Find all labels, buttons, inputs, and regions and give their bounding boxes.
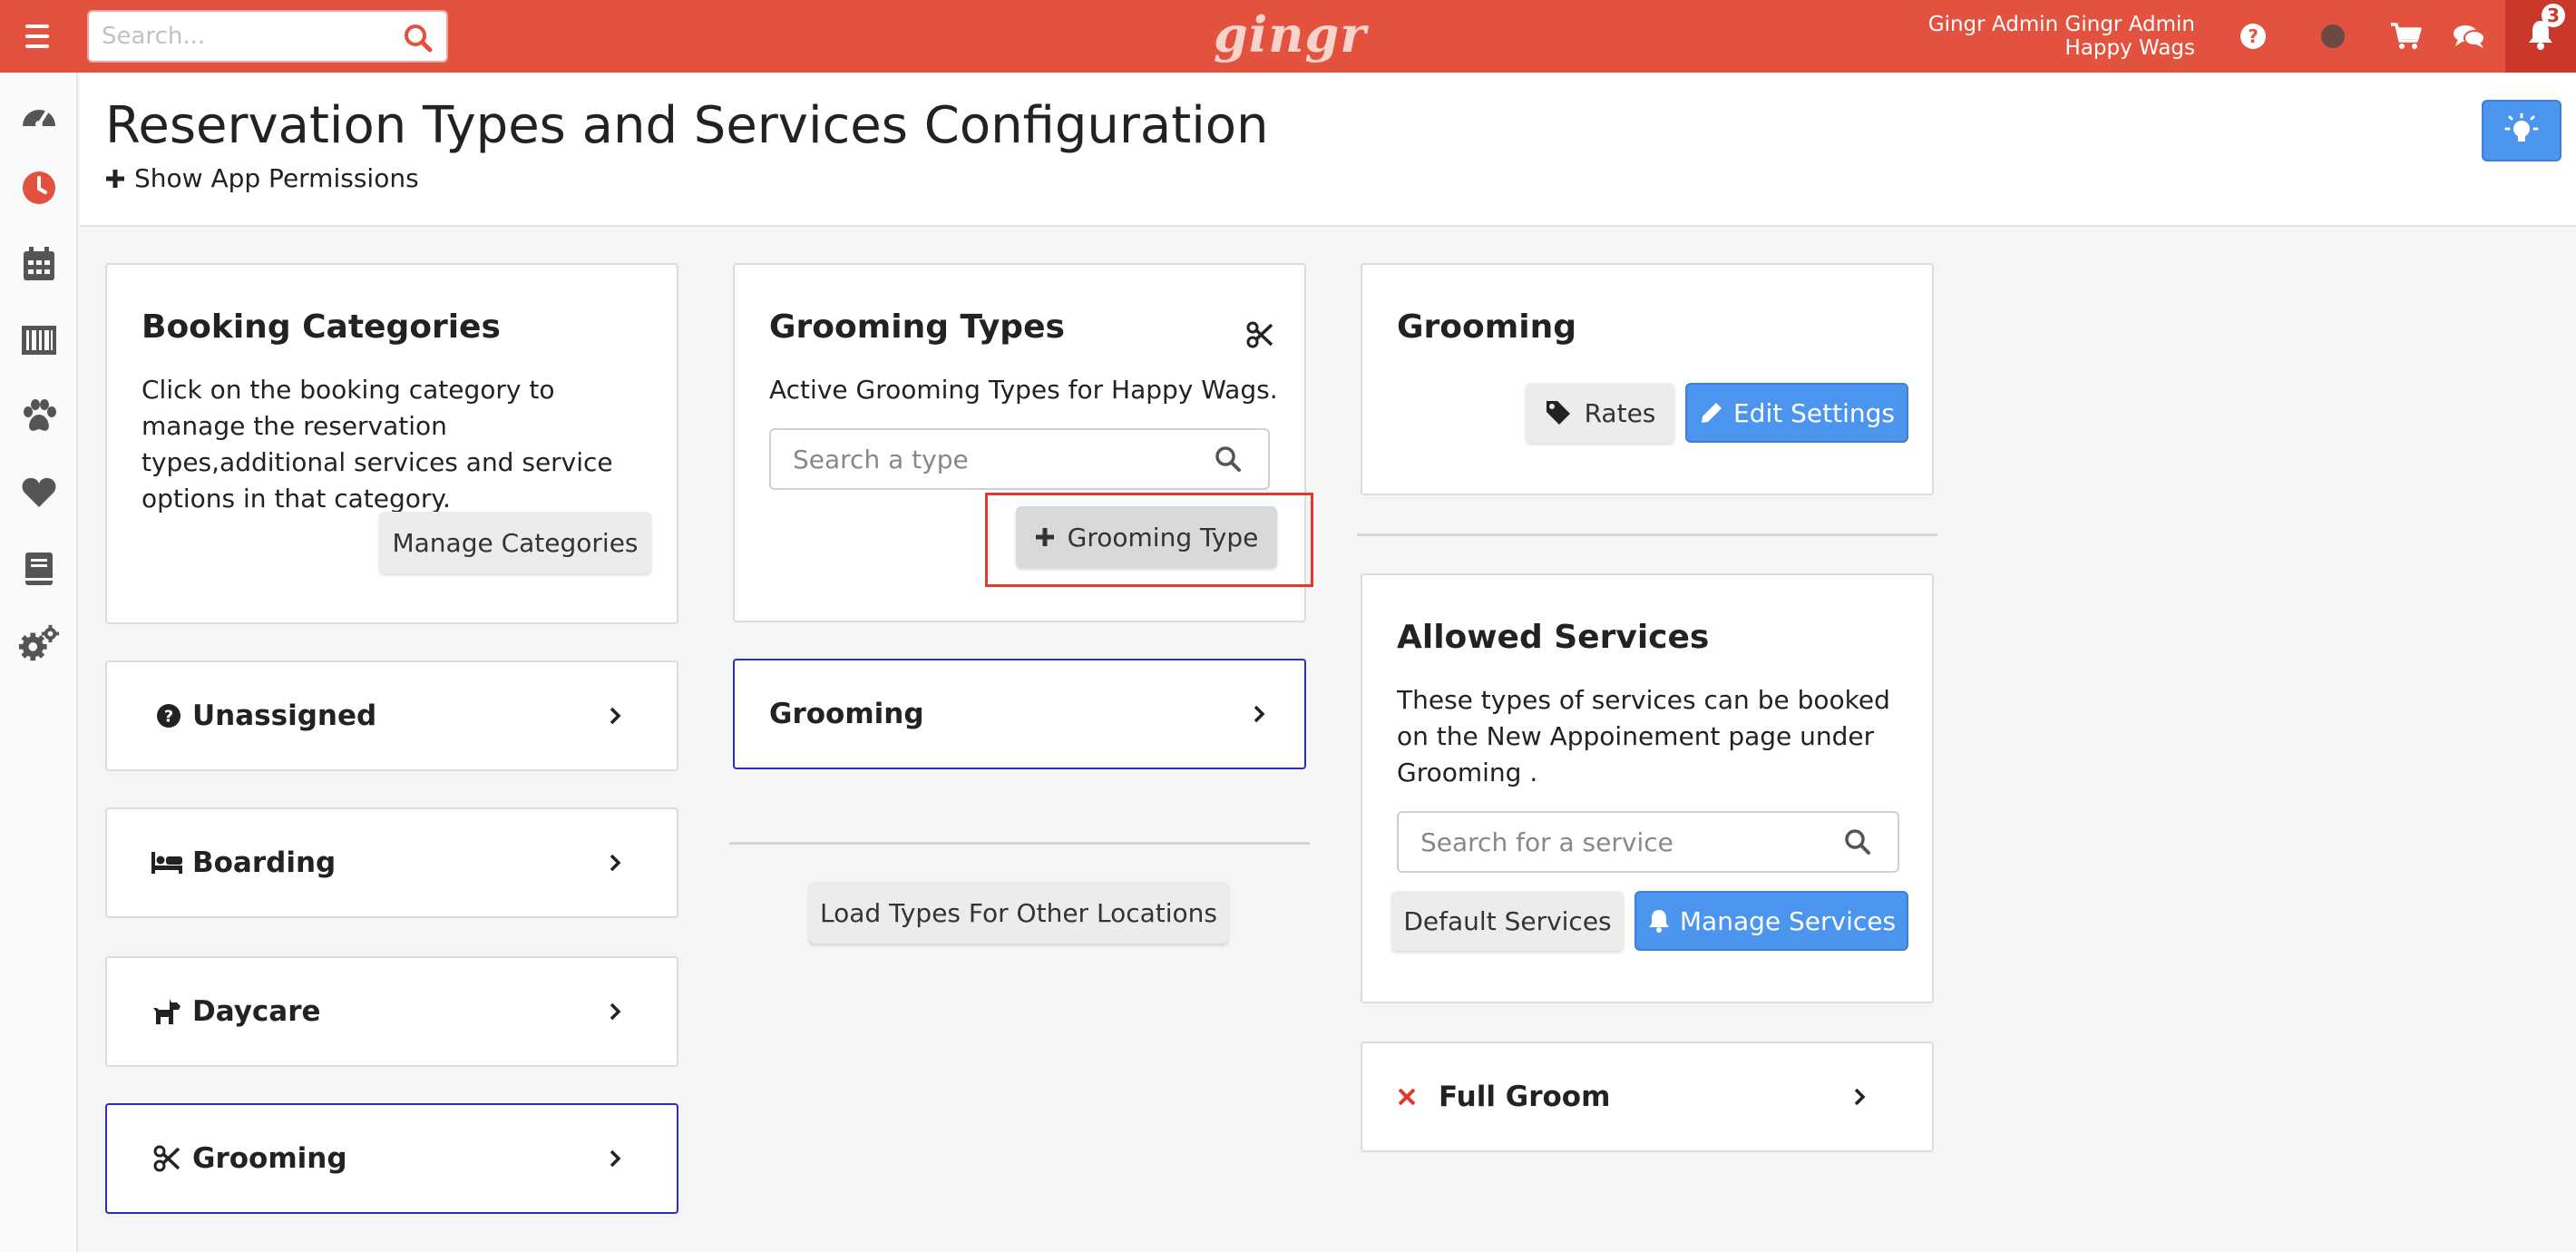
service-search [1397, 811, 1899, 873]
menu-toggle-button[interactable] [13, 12, 62, 61]
chevron-right-icon [610, 1149, 621, 1168]
search-icon[interactable] [1843, 827, 1872, 856]
manage-categories-button[interactable]: Manage Categories [379, 512, 651, 573]
paw-icon[interactable] [18, 396, 60, 437]
category-label: Grooming [192, 1142, 347, 1175]
manage-services-label: Manage Services [1679, 905, 1897, 936]
highlight-box [985, 493, 1313, 587]
rates-label: Rates [1584, 397, 1656, 428]
hamburger-line [25, 44, 49, 48]
svg-text:?: ? [2248, 25, 2259, 47]
chevron-right-icon [1854, 1088, 1866, 1106]
service-search-input[interactable] [1420, 813, 1820, 871]
divider [1357, 533, 1937, 536]
divider [729, 842, 1310, 845]
pencil-icon [1702, 403, 1722, 423]
search-icon[interactable] [1214, 445, 1243, 474]
sidebar [0, 73, 78, 1252]
bell-icon [1648, 910, 1669, 933]
scissors-icon [1246, 321, 1273, 348]
tips-button[interactable] [2482, 100, 2561, 161]
page-header: Reservation Types and Services Configura… [80, 73, 2576, 227]
show-permissions-link[interactable]: Show App Permissions [105, 163, 419, 193]
user-info[interactable]: Gingr Admin Gingr Admin Happy Wags [1928, 13, 2195, 60]
grooming-types-subtitle: Active Grooming Types for Happy Wags. [769, 375, 1278, 405]
load-types-button[interactable]: Load Types For Other Locations [809, 882, 1228, 944]
tag-icon [1546, 401, 1570, 425]
type-search-input[interactable] [793, 430, 1191, 488]
category-item-boarding[interactable]: Boarding [105, 807, 678, 918]
dog-icon [151, 995, 183, 1028]
chevron-right-icon [1254, 705, 1265, 723]
top-bar: gingr Gingr Admin Gingr Admin Happy Wags… [0, 0, 2576, 73]
x-mark-icon [1398, 1088, 1416, 1106]
settings-gears-icon[interactable] [18, 622, 60, 664]
notification-badge: 3 [2542, 4, 2565, 27]
grooming-type-label: Grooming [769, 698, 924, 730]
allowed-services-description: These types of services can be booked on… [1397, 685, 1890, 787]
allowed-services-card: Allowed Services These types of services… [1361, 573, 1934, 1003]
booking-categories-title: Booking Categories [141, 308, 501, 346]
edit-settings-label: Edit Settings [1733, 397, 1895, 428]
scissors-icon [151, 1142, 183, 1175]
booking-categories-description: Click on the booking category to manage … [141, 375, 613, 514]
lightbulb-icon [2504, 112, 2539, 142]
calendar-icon[interactable] [18, 243, 60, 285]
status-dot-icon[interactable] [2315, 18, 2351, 54]
book-icon[interactable] [18, 548, 60, 590]
hamburger-line [25, 24, 49, 28]
search-icon[interactable] [403, 23, 434, 54]
heart-icon[interactable] [18, 472, 60, 514]
service-label: Full Groom [1439, 1081, 1611, 1113]
grooming-type-item[interactable]: Grooming [733, 659, 1306, 769]
service-item-full-groom[interactable]: Full Groom [1361, 1042, 1934, 1152]
type-search [769, 428, 1270, 490]
chat-icon[interactable] [2451, 18, 2487, 54]
notifications-button[interactable]: 3 [2505, 0, 2576, 73]
page-title: Reservation Types and Services Configura… [105, 96, 1269, 155]
dashboard-icon[interactable] [18, 93, 60, 134]
rates-button[interactable]: Rates [1526, 383, 1674, 443]
location-name: Happy Wags [2064, 36, 2195, 60]
global-search-input[interactable] [102, 12, 392, 61]
grooming-types-title: Grooming Types [769, 308, 1065, 346]
edit-settings-button[interactable]: Edit Settings [1685, 383, 1908, 443]
category-label: Boarding [192, 846, 337, 879]
gingr-logo[interactable]: gingr [1214, 5, 1366, 65]
global-search [87, 10, 448, 63]
grooming-settings-title: Grooming [1397, 308, 1577, 346]
plus-icon [106, 169, 124, 188]
manage-services-button[interactable]: Manage Services [1634, 891, 1908, 951]
category-label: Unassigned [192, 699, 377, 732]
clock-icon[interactable] [18, 167, 60, 209]
help-icon[interactable]: ? [2235, 18, 2271, 54]
cart-icon[interactable] [2387, 18, 2424, 54]
show-permissions-label: Show App Permissions [134, 163, 419, 193]
booking-categories-card: Booking Categories Click on the booking … [105, 263, 678, 624]
grooming-settings-card: Grooming Rates Edit Settings [1361, 263, 1934, 495]
svg-text:?: ? [164, 708, 173, 727]
category-item-daycare[interactable]: Daycare [105, 956, 678, 1067]
bed-icon [151, 846, 183, 879]
chevron-right-icon [610, 707, 621, 725]
chevron-right-icon [610, 854, 621, 872]
chevron-right-icon [610, 1003, 621, 1021]
category-item-unassigned[interactable]: ? Unassigned [105, 660, 678, 771]
category-label: Daycare [192, 995, 321, 1028]
allowed-services-title: Allowed Services [1397, 619, 1710, 656]
hamburger-line [25, 34, 49, 38]
user-name: Gingr Admin Gingr Admin [1927, 13, 2195, 36]
default-services-button[interactable]: Default Services [1391, 891, 1624, 951]
barcode-icon[interactable] [18, 319, 60, 361]
category-item-grooming[interactable]: Grooming [105, 1103, 678, 1214]
question-circle-icon: ? [152, 699, 185, 732]
